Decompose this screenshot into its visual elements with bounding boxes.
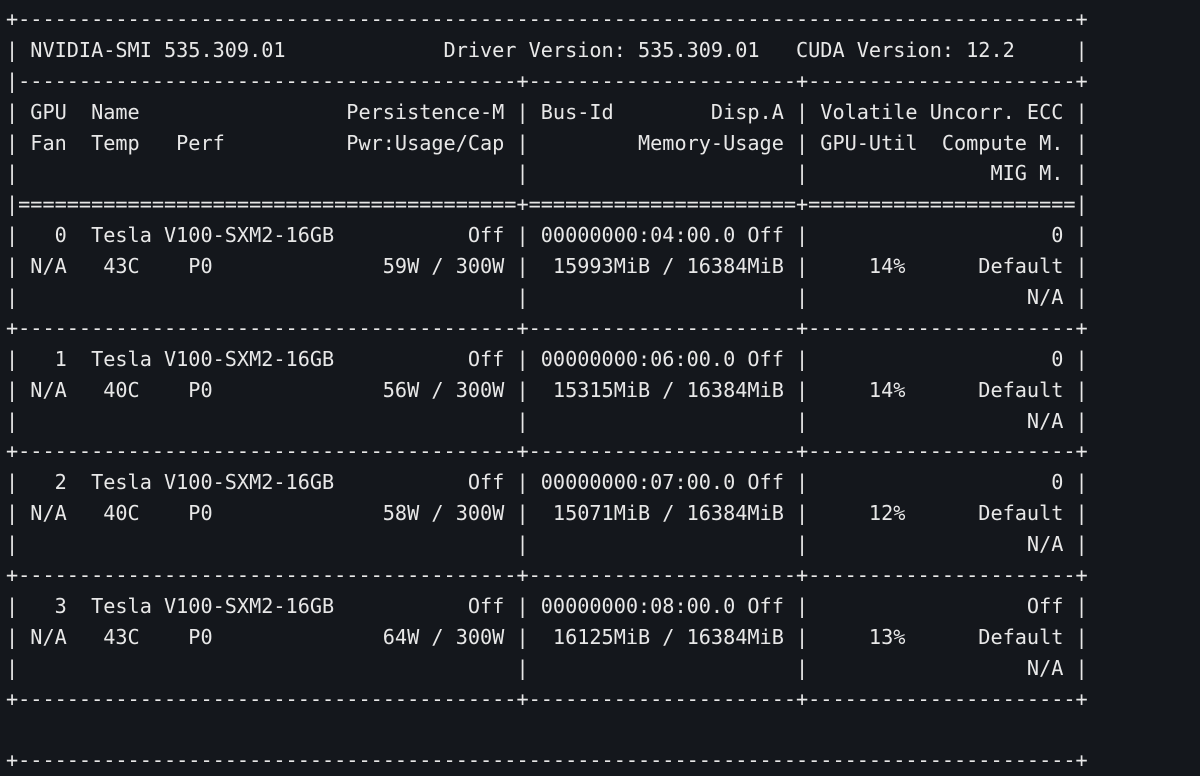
column-header-line: | Fan Temp Perf Pwr:Usage/Cap | Memory-U… xyxy=(6,130,1088,155)
gpu-line: | | | N/A | xyxy=(6,655,1088,680)
gpu-line: | N/A 43C P0 59W / 300W | 15993MiB / 163… xyxy=(6,254,1088,279)
table-border-bottom: +---------------------------------------… xyxy=(6,748,1088,773)
table-border-top: +---------------------------------------… xyxy=(6,7,1088,31)
gpu-line: | 2 Tesla V100-SXM2-16GB Off | 00000000:… xyxy=(6,470,1088,495)
gpu-line: | 3 Tesla V100-SXM2-16GB Off | 00000000:… xyxy=(6,593,1088,618)
column-header-line: | | | MIG M. | xyxy=(6,161,1088,186)
header-double-rule: |=======================================… xyxy=(6,192,1088,217)
terminal-output[interactable]: +---------------------------------------… xyxy=(6,4,1200,776)
gpu-block-2: | 2 Tesla V100-SXM2-16GB Off | 00000000:… xyxy=(6,467,1200,591)
gpu-separator: +---------------------------------------… xyxy=(6,439,1088,464)
gpu-line: | N/A 43C P0 64W / 300W | 16125MiB / 163… xyxy=(6,624,1088,649)
gpu-block-1: | 1 Tesla V100-SXM2-16GB Off | 00000000:… xyxy=(6,344,1200,468)
gpu-line: | N/A 40C P0 56W / 300W | 15315MiB / 163… xyxy=(6,377,1088,402)
gpu-separator: +---------------------------------------… xyxy=(6,563,1088,588)
gpu-line: | | | N/A | xyxy=(6,408,1088,433)
gpu-line: | | | N/A | xyxy=(6,285,1088,310)
gpu-block-0: | 0 Tesla V100-SXM2-16GB Off | 00000000:… xyxy=(6,220,1200,344)
header-separator: |---------------------------------------… xyxy=(6,68,1088,93)
gpu-separator: +---------------------------------------… xyxy=(6,686,1088,711)
gpu-block-3: | 3 Tesla V100-SXM2-16GB Off | 00000000:… xyxy=(6,591,1200,715)
header-row: | NVIDIA-SMI 535.309.01 Driver Version: … xyxy=(6,37,1088,62)
gpu-line: | 0 Tesla V100-SXM2-16GB Off | 00000000:… xyxy=(6,223,1088,248)
gpu-line: | N/A 40C P0 58W / 300W | 15071MiB / 163… xyxy=(6,501,1088,526)
column-header-line: | GPU Name Persistence-M | Bus-Id Disp.A… xyxy=(6,99,1088,124)
gpu-separator: +---------------------------------------… xyxy=(6,315,1088,340)
gpu-line: | | | N/A | xyxy=(6,532,1088,557)
gpu-line: | 1 Tesla V100-SXM2-16GB Off | 00000000:… xyxy=(6,346,1088,371)
